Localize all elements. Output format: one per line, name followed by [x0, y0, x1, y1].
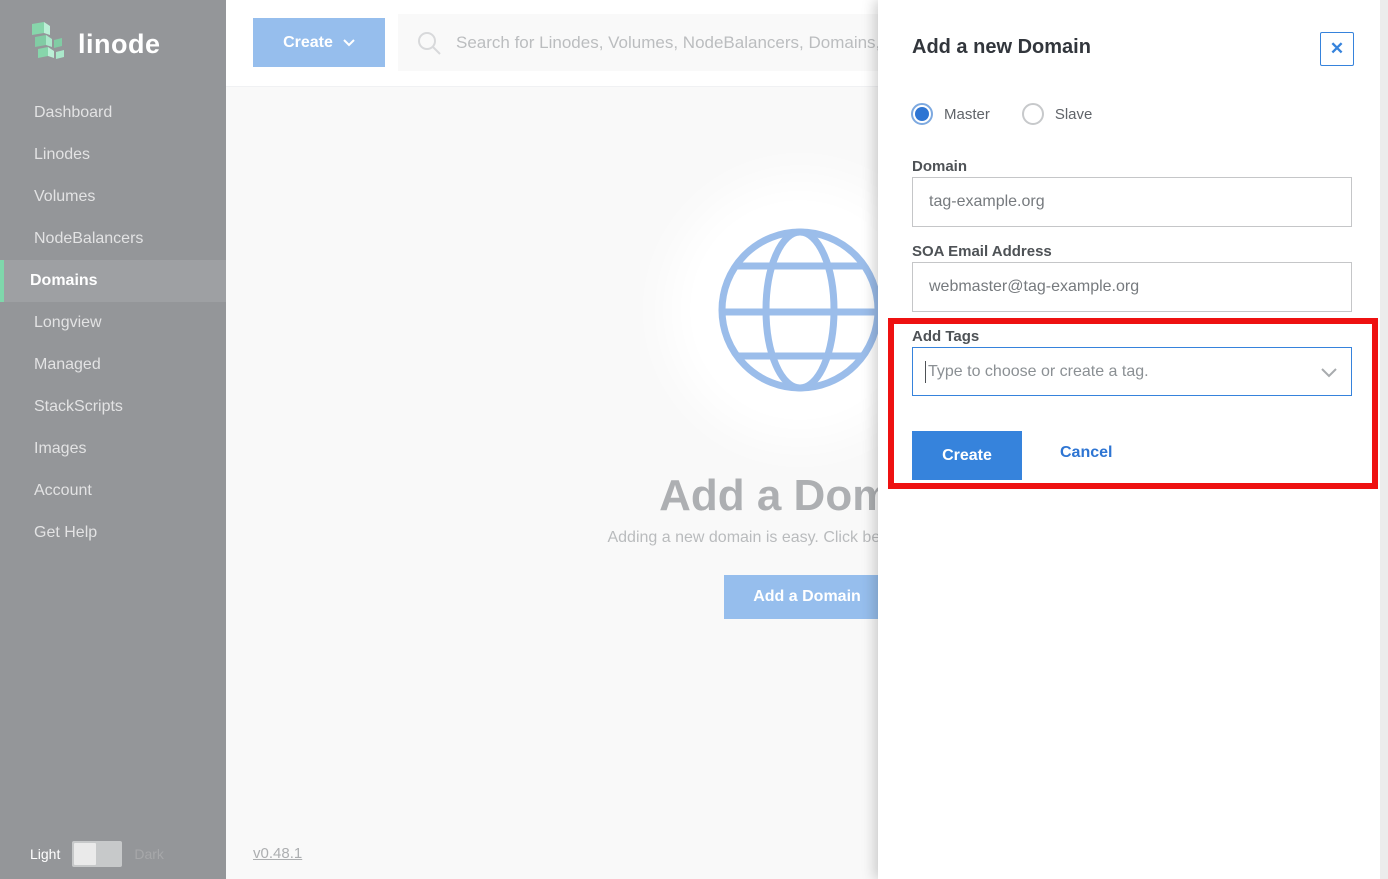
drawer-title: Add a new Domain: [912, 36, 1091, 59]
drawer-create-button[interactable]: Create: [912, 431, 1022, 480]
text-caret: [925, 361, 926, 383]
drawer-cancel-button[interactable]: Cancel: [1060, 444, 1112, 462]
radio-slave-label: Slave: [1055, 106, 1093, 123]
page-scrollbar[interactable]: [1380, 0, 1388, 879]
add-tags-field-label: Add Tags: [912, 328, 979, 345]
radio-slave-circle: [1022, 103, 1044, 125]
close-button[interactable]: ✕: [1320, 32, 1354, 66]
add-domain-drawer: Add a new Domain ✕ Master Slave Domain S…: [878, 0, 1388, 879]
close-icon: ✕: [1330, 39, 1344, 59]
app-window: linode Dashboard Linodes Volumes NodeBal…: [0, 0, 1388, 879]
radio-slave[interactable]: Slave: [1022, 103, 1093, 125]
domain-field-label: Domain: [912, 158, 967, 175]
radio-master[interactable]: Master: [911, 103, 990, 125]
soa-email-field-label: SOA Email Address: [912, 243, 1052, 260]
chevron-down-icon: [1321, 368, 1337, 378]
tags-input[interactable]: Type to choose or create a tag.: [912, 347, 1352, 396]
radio-master-circle: [911, 103, 933, 125]
domain-input[interactable]: [912, 177, 1352, 227]
tags-placeholder: Type to choose or create a tag.: [928, 363, 1149, 381]
domain-type-radio-group: Master Slave: [911, 103, 1092, 125]
radio-master-label: Master: [944, 106, 990, 123]
soa-email-input[interactable]: [912, 262, 1352, 312]
